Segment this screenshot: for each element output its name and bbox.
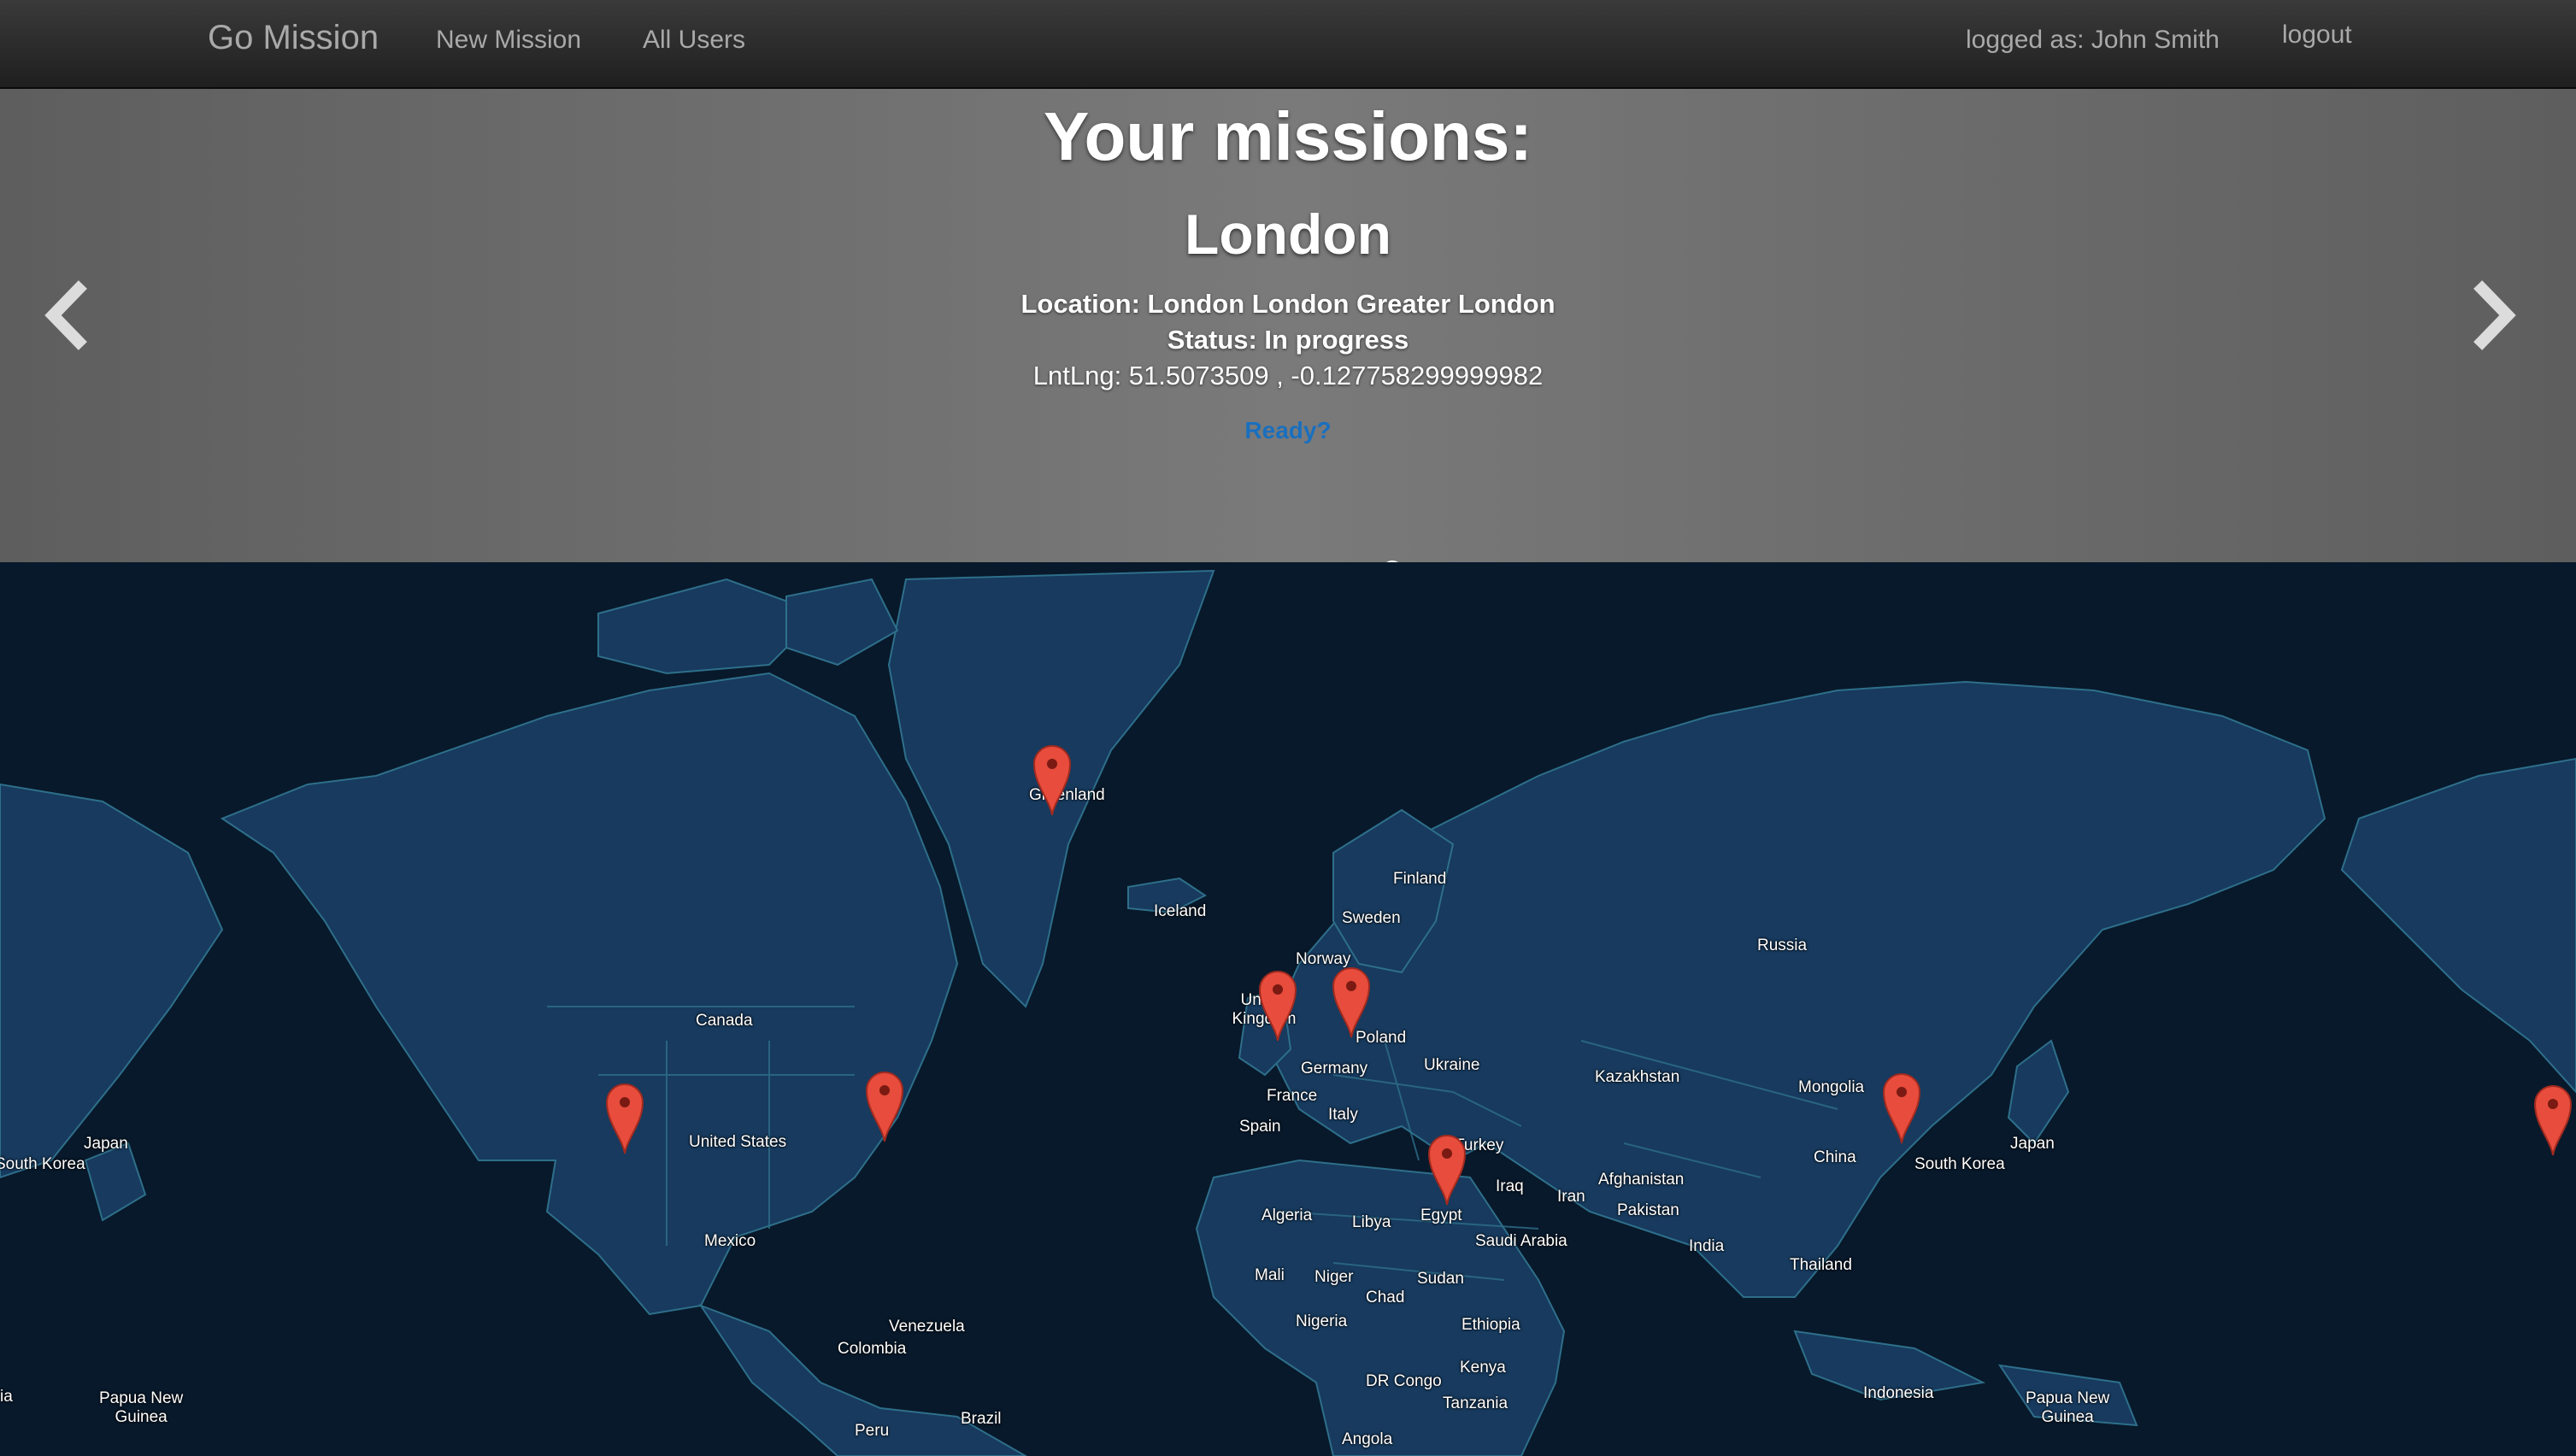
label-united-states: United States bbox=[689, 1133, 787, 1151]
label-canada: Canada bbox=[696, 1012, 753, 1030]
map-pin-icon bbox=[1427, 1135, 1467, 1206]
label-thailand: Thailand bbox=[1790, 1256, 1852, 1274]
label-france: France bbox=[1267, 1087, 1318, 1105]
label-papua-new-guinea-right: Papua New Guinea bbox=[2026, 1389, 2110, 1426]
label-south-korea-left: South Korea bbox=[0, 1155, 85, 1173]
label-angola: Angola bbox=[1342, 1430, 1393, 1448]
map-marker-pin[interactable] bbox=[1426, 1130, 1468, 1206]
label-brazil: Brazil bbox=[961, 1410, 1002, 1428]
map-marker-pin[interactable] bbox=[1880, 1068, 1923, 1145]
map-pin-icon bbox=[605, 1083, 644, 1154]
logged-in-user: logged as: John Smith bbox=[1966, 26, 2220, 54]
carousel-prev-button[interactable] bbox=[41, 277, 92, 354]
map-marker-pin[interactable] bbox=[1256, 966, 1299, 1042]
logout-link[interactable]: logout bbox=[2282, 21, 2352, 50]
map-pin-icon bbox=[1332, 967, 1371, 1038]
label-colombia: Colombia bbox=[838, 1340, 907, 1358]
map-pin-icon bbox=[865, 1071, 904, 1142]
mission-title: London bbox=[1185, 203, 1391, 266]
label-indonesia: Indonesia bbox=[1863, 1384, 1934, 1402]
label-kenya: Kenya bbox=[1460, 1359, 1506, 1377]
label-china: China bbox=[1814, 1148, 1856, 1166]
chevron-right-icon bbox=[2473, 280, 2516, 350]
label-germany: Germany bbox=[1301, 1060, 1368, 1077]
map-marker-pin[interactable] bbox=[1330, 962, 1373, 1039]
label-iraq: Iraq bbox=[1496, 1177, 1524, 1195]
map-pin-icon bbox=[1258, 971, 1297, 1042]
top-navbar: Go Mission New Mission All Users logged … bbox=[0, 0, 2576, 89]
label-south-korea: South Korea bbox=[1914, 1155, 2005, 1173]
label-mongolia: Mongolia bbox=[1798, 1078, 1865, 1096]
label-algeria: Algeria bbox=[1262, 1206, 1313, 1224]
label-peru: Peru bbox=[855, 1422, 890, 1440]
label-chad: Chad bbox=[1366, 1289, 1405, 1306]
label-tanzania: Tanzania bbox=[1443, 1394, 1509, 1412]
label-sudan: Sudan bbox=[1417, 1270, 1464, 1288]
nav-all-users[interactable]: All Users bbox=[643, 26, 745, 55]
label-japan: Japan bbox=[2010, 1135, 2055, 1153]
map-marker-pin[interactable] bbox=[863, 1066, 906, 1143]
carousel-next-button[interactable] bbox=[2468, 277, 2520, 354]
map-pin-icon bbox=[1882, 1073, 1921, 1144]
mission-status: Status: In progress bbox=[1167, 325, 1409, 355]
world-map[interactable]: Greenland Iceland Finland Sweden Norway … bbox=[0, 562, 2576, 1456]
mission-coordinates: LntLng: 51.5073509 , -0.127758299999982 bbox=[1032, 361, 1544, 390]
label-mexico: Mexico bbox=[704, 1232, 756, 1250]
label-finland: Finland bbox=[1393, 870, 1447, 888]
label-ukraine: Ukraine bbox=[1424, 1056, 1480, 1074]
brand-link[interactable]: Go Mission bbox=[208, 19, 379, 57]
map-marker-pin[interactable] bbox=[1031, 740, 1073, 817]
label-italy: Italy bbox=[1328, 1106, 1358, 1124]
label-saudi-arabia: Saudi Arabia bbox=[1475, 1232, 1567, 1250]
label-dr-congo: DR Congo bbox=[1366, 1372, 1442, 1390]
label-mali: Mali bbox=[1255, 1266, 1285, 1284]
chevron-left-icon bbox=[44, 280, 87, 350]
label-india: India bbox=[1689, 1237, 1725, 1255]
map-marker-pin[interactable] bbox=[603, 1078, 646, 1155]
label-spain: Spain bbox=[1239, 1118, 1281, 1136]
label-pakistan: Pakistan bbox=[1617, 1201, 1679, 1219]
label-kazakhstan: Kazakhstan bbox=[1595, 1068, 1680, 1086]
nav-new-mission[interactable]: New Mission bbox=[436, 26, 581, 55]
label-papua-new-guinea-left: Papua New Guinea bbox=[99, 1389, 184, 1426]
label-japan-left: Japan bbox=[84, 1135, 128, 1153]
label-sweden: Sweden bbox=[1342, 909, 1401, 927]
label-ethiopia: Ethiopia bbox=[1461, 1316, 1520, 1334]
label-egypt: Egypt bbox=[1420, 1206, 1462, 1224]
map-pin-icon bbox=[1032, 745, 1072, 816]
missions-carousel: Your missions: London Location: London L… bbox=[0, 89, 2576, 583]
label-iceland: Iceland bbox=[1154, 902, 1207, 920]
label-iran: Iran bbox=[1557, 1188, 1585, 1206]
mission-location: Location: London London Greater London bbox=[1020, 289, 1556, 319]
label-nigeria: Nigeria bbox=[1296, 1312, 1348, 1330]
label-indonesia-edge: ia bbox=[0, 1388, 13, 1406]
label-afghanistan: Afghanistan bbox=[1598, 1171, 1685, 1189]
map-marker-pin[interactable] bbox=[2532, 1080, 2574, 1157]
ready-link[interactable]: Ready? bbox=[0, 417, 2576, 444]
label-libya: Libya bbox=[1352, 1213, 1391, 1231]
label-venezuela: Venezuela bbox=[889, 1318, 965, 1336]
label-russia: Russia bbox=[1757, 936, 1808, 954]
carousel-heading: Your missions: bbox=[1044, 98, 1532, 174]
map-pin-icon bbox=[2533, 1085, 2573, 1156]
label-niger: Niger bbox=[1314, 1268, 1354, 1286]
